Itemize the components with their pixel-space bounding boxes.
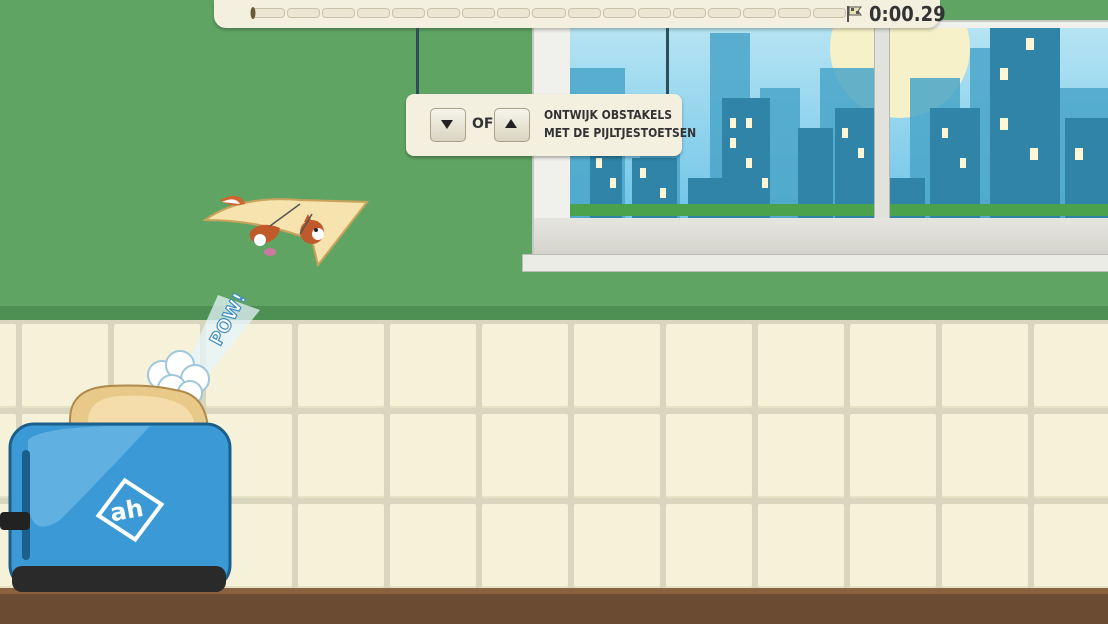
wall-tile [390,504,476,588]
wall-tile [574,324,660,408]
wall-tile [1034,504,1108,588]
progress-segment [532,8,566,18]
wall-tile [666,414,752,498]
wall-tile [1034,324,1108,408]
player-progress-marker [250,7,256,19]
wall-tile [758,324,844,408]
progress-bar-panel: 0:00.29 [214,0,946,28]
wall-tile [942,504,1028,588]
down-arrow-key[interactable] [430,108,466,142]
toaster-obstacle: ah [0,384,232,592]
progress-segment [427,8,461,18]
wall-tile [850,414,936,498]
window-grass [570,204,1108,216]
progress-segment [462,8,496,18]
wall-tile [390,414,476,498]
progress-segment [392,8,426,18]
wall-tile [1034,414,1108,498]
toaster-lever [0,512,30,530]
wall-tile [574,504,660,588]
window-bevel [534,218,1108,254]
arrow-up-icon [505,119,517,128]
instruction-line-1: ONTWIJK OBSTAKELS [544,108,673,122]
progress-segment [357,8,391,18]
wall-tile [390,324,476,408]
wall-tile [666,504,752,588]
svg-text:ah: ah [108,494,146,527]
wall-tile [298,414,384,498]
progress-segment [287,8,321,18]
wall-tile [298,324,384,408]
wall-tile [298,504,384,588]
sign-rope-left [416,28,419,94]
up-arrow-key[interactable] [494,108,530,142]
progress-segment [707,8,741,18]
arrow-down-icon [441,120,453,129]
wall-tile [574,414,660,498]
wall-tile [942,414,1028,498]
window-divider [874,28,890,224]
wall-tile [942,324,1028,408]
wall-tile [482,504,568,588]
or-label: OF [472,116,494,132]
progress-segment [672,8,706,18]
progress-segment [497,8,531,18]
wall-tile [758,504,844,588]
wall-tile [666,324,752,408]
wall-tile [850,324,936,408]
progress-segment [637,8,671,18]
progress-segment [812,8,846,18]
wall-tile [850,504,936,588]
progress-segment [602,8,636,18]
wall-tile [758,414,844,498]
finish-flag-icon [847,6,862,22]
wall-tile [482,324,568,408]
instruction-sign: OF ONTWIJK OBSTAKELS MET DE PIJLTJESTOET… [406,94,697,156]
progress-segment [252,8,286,18]
race-timer: 0:00.29 [869,2,946,26]
instruction-text: ONTWIJK OBSTAKELS MET DE PIJLTJESTOETSEN [544,106,697,142]
wall-tile [482,414,568,498]
progress-segment [777,8,811,18]
progress-segment [742,8,776,18]
hang-glider-squirrel-player [201,195,369,268]
window-sill [522,254,1108,272]
progress-track [244,8,846,18]
progress-segment [567,8,601,18]
instruction-line-2: MET DE PIJLTJESTOETSEN [544,126,697,140]
game-scene[interactable]: 0:00.29 OF ONTWIJK OBSTAKELS MET DE PIJL… [0,0,1108,624]
progress-segment [322,8,356,18]
